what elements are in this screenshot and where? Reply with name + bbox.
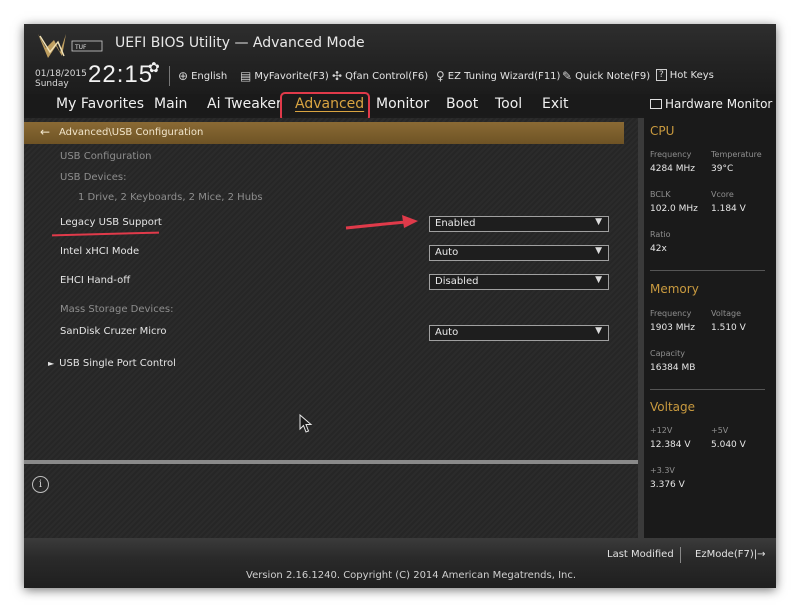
last-modified-button[interactable]: Last Modified xyxy=(607,549,674,560)
tab-my-favorites[interactable]: My Favorites xyxy=(56,96,144,112)
globe-icon: ⊕ xyxy=(178,69,189,83)
cpu-frequency-label: Frequency xyxy=(650,150,692,159)
intel-xhci-mode-label[interactable]: Intel xHCI Mode xyxy=(60,246,139,257)
memory-capacity-value: 16384 MB xyxy=(650,363,696,373)
bios-window: TUF UEFI BIOS Utility — Advanced Mode 01… xyxy=(24,24,776,588)
bclk-label: BCLK xyxy=(650,190,671,199)
language-label: English xyxy=(191,70,228,82)
ehci-hand-off-value: Disabled xyxy=(435,276,479,287)
day-value: Sunday xyxy=(35,79,69,89)
cpu-section-title: CPU xyxy=(650,124,675,138)
memory-section-title: Memory xyxy=(650,282,699,296)
intel-xhci-mode-value: Auto xyxy=(435,247,459,258)
chevron-down-icon: ▼ xyxy=(595,326,602,336)
intel-xhci-mode-dropdown[interactable]: Auto ▼ xyxy=(429,245,609,261)
myfavorite-button[interactable]: ▤ MyFavorite(F3) xyxy=(240,69,329,83)
bclk-value: 102.0 MHz xyxy=(650,204,698,214)
cpu-temperature-label: Temperature xyxy=(711,150,762,159)
memory-frequency-label: Frequency xyxy=(650,309,692,318)
ratio-label: Ratio xyxy=(650,230,671,239)
back-arrow-icon[interactable]: ← xyxy=(40,125,50,139)
v33-label: +3.3V xyxy=(650,466,675,475)
language-button[interactable]: ⊕ English xyxy=(178,69,227,83)
ehci-hand-off-dropdown[interactable]: Disabled ▼ xyxy=(429,274,609,290)
qfan-control-label: Qfan Control(F6) xyxy=(345,70,429,82)
tab-exit[interactable]: Exit xyxy=(542,96,569,112)
memory-voltage-label: Voltage xyxy=(711,309,742,318)
svg-text:TUF: TUF xyxy=(74,44,87,51)
favorite-icon: ▤ xyxy=(240,69,252,83)
v5-value: 5.040 V xyxy=(711,440,746,450)
chevron-right-icon: ► xyxy=(48,359,55,368)
memory-capacity-label: Capacity xyxy=(650,349,685,358)
qfan-control-button[interactable]: ✣ Qfan Control(F6) xyxy=(332,69,428,83)
ez-tuning-wizard-button[interactable]: ♀ EZ Tuning Wizard(F11) xyxy=(436,69,560,83)
v12-value: 12.384 V xyxy=(650,440,691,450)
section-divider xyxy=(650,389,765,390)
window-title: UEFI BIOS Utility — Advanced Mode xyxy=(115,35,365,51)
memory-voltage-value: 1.510 V xyxy=(711,323,746,333)
date-value: 01/18/2015 xyxy=(35,69,87,79)
usb-devices-label: USB Devices: xyxy=(60,172,127,183)
breadcrumb-path: Advanced\USB Configuration xyxy=(59,127,204,138)
usb-configuration-heading: USB Configuration xyxy=(60,151,152,162)
mass-storage-devices-label: Mass Storage Devices: xyxy=(60,304,174,315)
mouse-cursor-icon xyxy=(299,414,313,433)
clock: 22:15 xyxy=(88,61,154,88)
quick-note-label: Quick Note(F9) xyxy=(575,70,651,82)
cpu-temperature-value: 39°C xyxy=(711,164,734,174)
tab-monitor[interactable]: Monitor xyxy=(376,96,429,112)
v5-label: +5V xyxy=(711,426,729,435)
usb-single-port-control-label: USB Single Port Control xyxy=(59,358,176,369)
chevron-down-icon: ▼ xyxy=(595,275,602,285)
quick-note-button[interactable]: ✎ Quick Note(F9) xyxy=(562,69,650,83)
gear-icon[interactable]: ✿ xyxy=(148,60,160,76)
legacy-usb-support-label[interactable]: Legacy USB Support xyxy=(60,217,162,228)
hardware-monitor-title: Hardware Monitor xyxy=(665,97,773,111)
tab-tool[interactable]: Tool xyxy=(495,96,522,112)
help-info-panel xyxy=(24,464,638,538)
sandisk-cruzer-micro-label[interactable]: SanDisk Cruzer Micro xyxy=(60,326,167,337)
memory-frequency-value: 1903 MHz xyxy=(650,323,696,333)
hot-keys-button[interactable]: ? Hot Keys xyxy=(656,69,714,81)
legacy-usb-support-value: Enabled xyxy=(435,218,476,229)
date-display: 01/18/2015 Sunday xyxy=(35,69,87,89)
v12-label: +12V xyxy=(650,426,673,435)
tab-ai-tweaker[interactable]: Ai Tweaker xyxy=(207,96,282,112)
red-arrow-annotation xyxy=(345,215,418,230)
legacy-usb-support-dropdown[interactable]: Enabled ▼ xyxy=(429,216,609,232)
footer-divider xyxy=(680,547,681,563)
tab-main[interactable]: Main xyxy=(154,96,187,112)
chevron-down-icon: ▼ xyxy=(595,217,602,227)
info-icon: i xyxy=(32,476,49,493)
cpu-frequency-value: 4284 MHz xyxy=(650,164,696,174)
usb-single-port-control-item[interactable]: ► USB Single Port Control xyxy=(48,358,176,369)
hot-keys-label: Hot Keys xyxy=(669,69,714,81)
sandisk-cruzer-micro-dropdown[interactable]: Auto ▼ xyxy=(429,325,609,341)
tuf-logo-icon: TUF xyxy=(38,34,103,58)
version-text: Version 2.16.1240. Copyright (C) 2014 Am… xyxy=(246,570,577,581)
myfavorite-label: MyFavorite(F3) xyxy=(254,70,329,82)
note-icon: ✎ xyxy=(562,69,573,83)
tab-boot[interactable]: Boot xyxy=(446,96,478,112)
ratio-value: 42x xyxy=(650,244,667,254)
ez-mode-button[interactable]: EzMode(F7)|→ xyxy=(695,549,765,560)
v33-value: 3.376 V xyxy=(650,480,685,490)
usb-devices-value: 1 Drive, 2 Keyboards, 2 Mice, 2 Hubs xyxy=(78,192,263,203)
ehci-hand-off-label[interactable]: EHCI Hand-off xyxy=(60,275,130,286)
monitor-icon xyxy=(650,99,662,109)
ez-tuning-wizard-label: EZ Tuning Wizard(F11) xyxy=(447,70,561,82)
help-icon: ? xyxy=(656,69,667,81)
sandisk-cruzer-micro-value: Auto xyxy=(435,327,459,338)
voltage-section-title: Voltage xyxy=(650,400,696,414)
lightbulb-icon: ♀ xyxy=(436,69,445,83)
toolbar-divider xyxy=(169,66,170,86)
chevron-down-icon: ▼ xyxy=(595,246,602,256)
fan-icon: ✣ xyxy=(332,69,343,83)
breadcrumb[interactable]: ← Advanced\USB Configuration xyxy=(24,122,624,144)
section-divider xyxy=(650,270,765,271)
vcore-value: 1.184 V xyxy=(711,204,746,214)
vcore-label: Vcore xyxy=(711,190,734,199)
